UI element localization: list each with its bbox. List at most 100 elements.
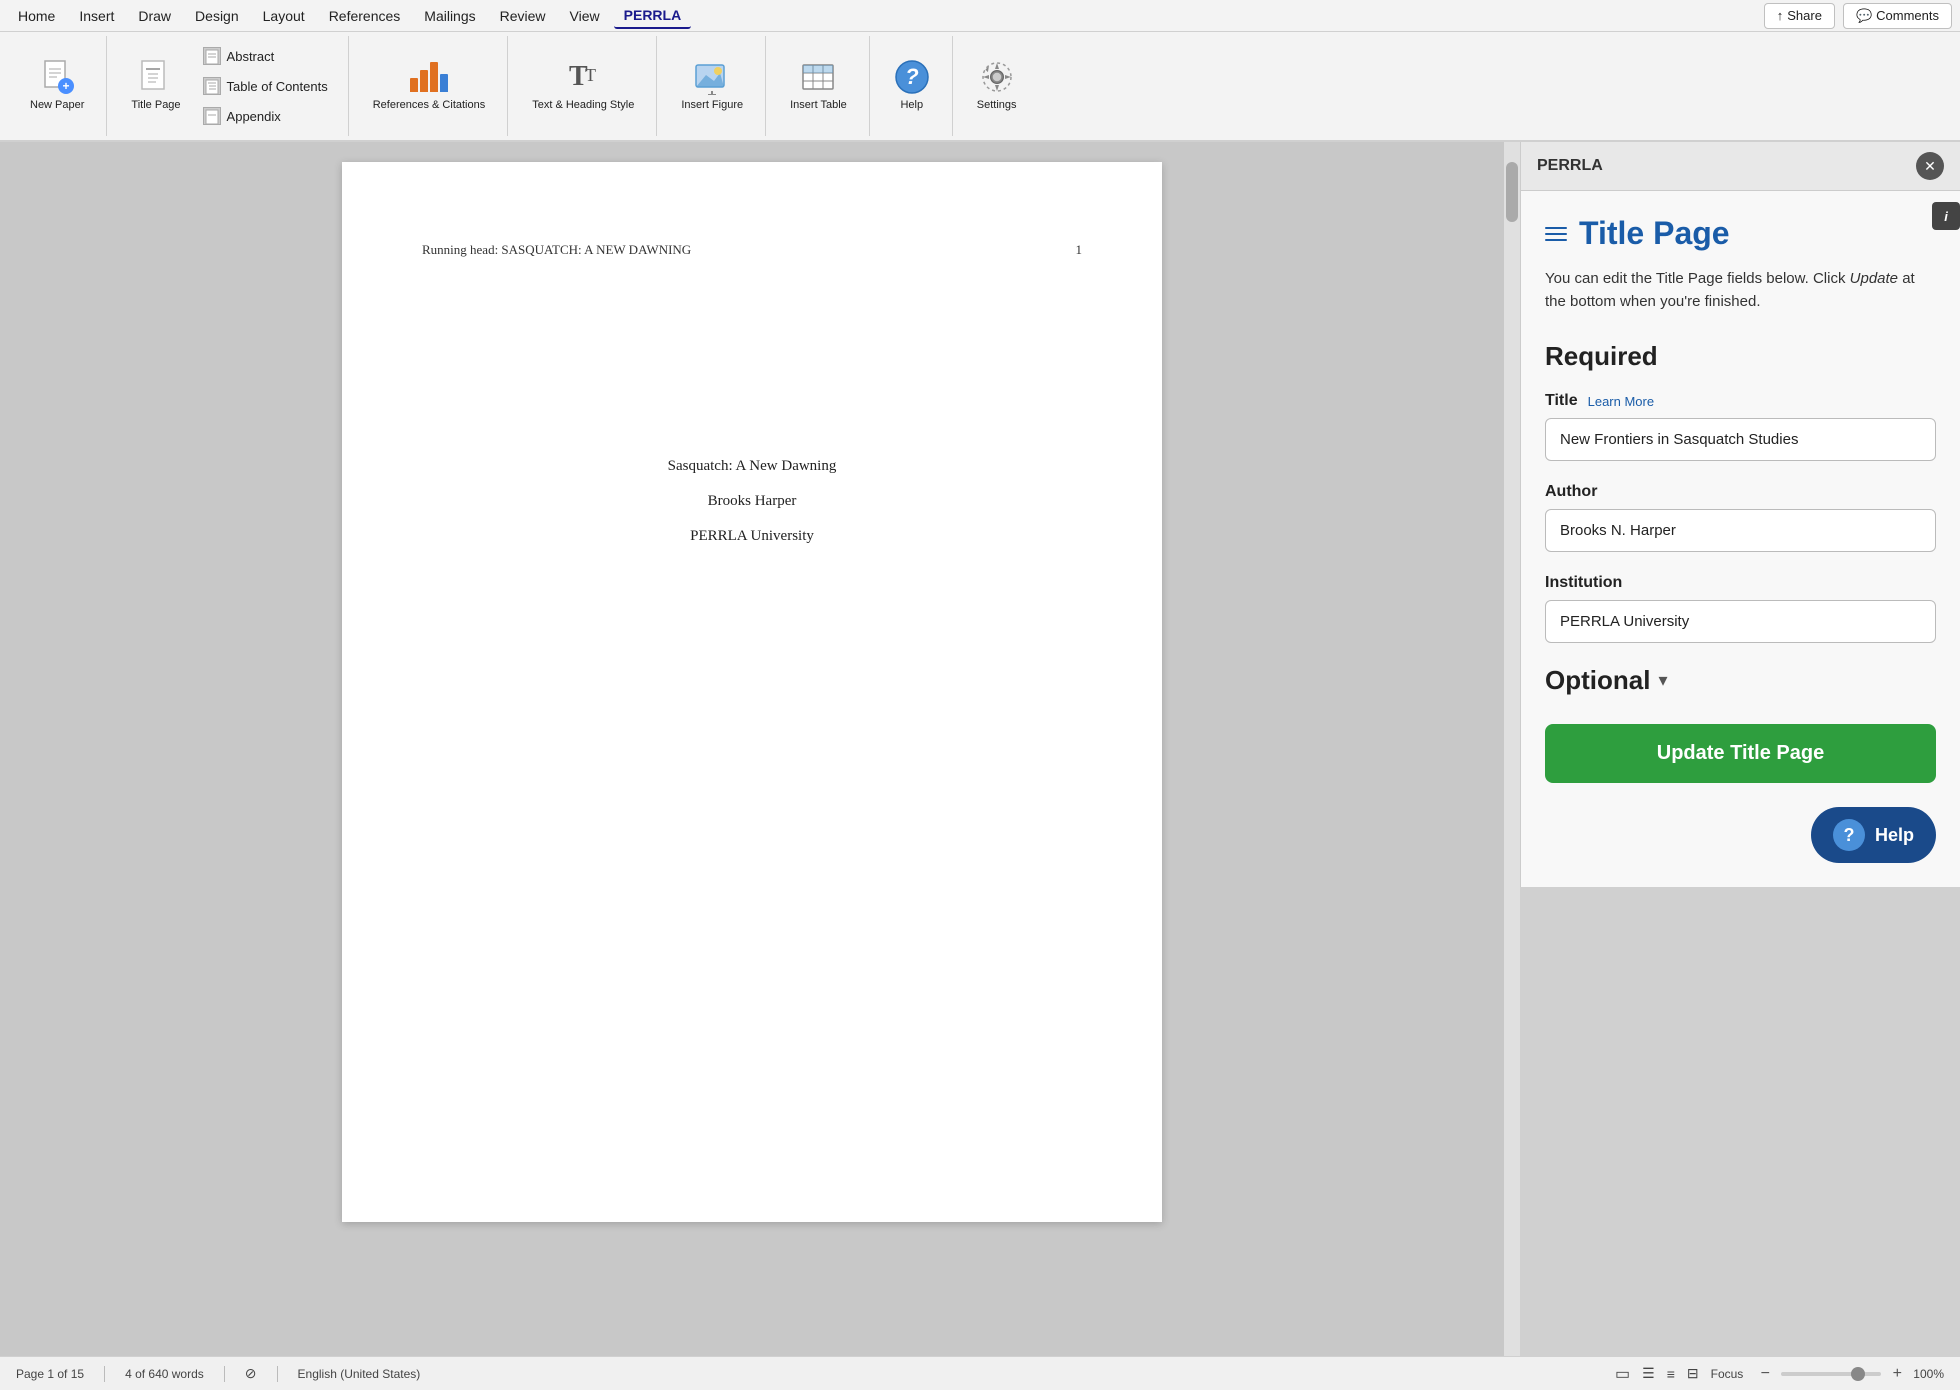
help-panel-label: Help <box>1875 825 1914 846</box>
language: English (United States) <box>298 1367 421 1381</box>
menu-perrla[interactable]: PERRLA <box>614 3 692 29</box>
optional-chevron-icon[interactable]: ▾ <box>1658 670 1667 691</box>
read-mode-icon[interactable]: ⊟ <box>1687 1365 1699 1382</box>
learn-more-link[interactable]: Learn More <box>1588 394 1654 409</box>
insert-table-icon <box>800 59 836 95</box>
settings-icon <box>979 59 1015 95</box>
help-button[interactable]: ? Help <box>884 53 940 118</box>
document-area: Running head: SASQUATCH: A NEW DAWNING 1… <box>0 142 1504 1356</box>
menu-view[interactable]: View <box>560 4 610 28</box>
title-page-button[interactable]: Title Page <box>121 53 190 118</box>
update-title-page-button[interactable]: Update Title Page <box>1545 724 1936 783</box>
menu-review[interactable]: Review <box>490 4 556 28</box>
title-input[interactable] <box>1545 418 1936 461</box>
institution-field-label: Institution <box>1545 574 1936 592</box>
new-paper-icon: + <box>39 59 75 95</box>
help-panel-button[interactable]: ? Help <box>1811 807 1936 863</box>
running-head: Running head: SASQUATCH: A NEW DAWNING <box>422 242 691 258</box>
page-number: 1 <box>1076 242 1083 258</box>
title-page-label: Title Page <box>131 99 180 112</box>
menu-design[interactable]: Design <box>185 4 249 28</box>
menu-home[interactable]: Home <box>8 4 65 28</box>
ribbon-group-title: Title Page Abstract <box>109 36 348 136</box>
panel-header-title: PERRLA <box>1537 157 1603 175</box>
document-page: Running head: SASQUATCH: A NEW DAWNING 1… <box>342 162 1162 1222</box>
appendix-label: Appendix <box>227 109 281 124</box>
paper-institution: PERRLA University <box>690 528 814 545</box>
new-paper-button[interactable]: + New Paper <box>20 53 94 118</box>
status-divider-1 <box>104 1366 105 1382</box>
share-icon: ↑ <box>1777 8 1784 23</box>
menu-references[interactable]: References <box>319 4 411 28</box>
references-citations-button[interactable]: References & Citations <box>363 53 496 118</box>
new-paper-label: New Paper <box>30 99 84 112</box>
ribbon-group-settings: Settings <box>955 36 1039 136</box>
panel-title-row: Title Page <box>1545 215 1936 252</box>
insert-figure-button[interactable]: Insert Figure <box>671 53 753 118</box>
toc-label: Table of Contents <box>227 79 328 94</box>
status-divider-3 <box>277 1366 278 1382</box>
text-heading-button[interactable]: T T Text & Heading Style <box>522 53 644 118</box>
panel-description: You can edit the Title Page fields below… <box>1545 268 1936 313</box>
ribbon-group-new: + New Paper <box>8 36 107 136</box>
abstract-label: Abstract <box>227 49 275 64</box>
settings-button[interactable]: Settings <box>967 53 1027 118</box>
author-field-label: Author <box>1545 483 1936 501</box>
share-button[interactable]: ↑ Share <box>1764 3 1835 29</box>
ribbon-group-table: Insert Table <box>768 36 870 136</box>
svg-text:+: + <box>63 79 70 93</box>
menu-draw[interactable]: Draw <box>128 4 181 28</box>
paper-title: Sasquatch: A New Dawning <box>668 458 837 475</box>
zoom-plus-button[interactable]: + <box>1887 1364 1907 1384</box>
menu-layout[interactable]: Layout <box>253 4 315 28</box>
page-info: Page 1 of 15 <box>16 1367 84 1381</box>
panel-header: PERRLA ✕ <box>1521 142 1960 191</box>
status-bar: Page 1 of 15 4 of 640 words ⊘ English (U… <box>0 1356 1960 1390</box>
panel-close-button[interactable]: ✕ <box>1916 152 1944 180</box>
text-heading-icon: T T <box>565 59 601 95</box>
text-heading-label: Text & Heading Style <box>532 99 634 112</box>
comments-button[interactable]: 💬 Comments <box>1843 3 1952 29</box>
status-right: ▭ ☰ ≡ ⊟ Focus − + 100% <box>1615 1364 1944 1384</box>
paper-author: Brooks Harper <box>708 493 797 510</box>
ribbon-group-text: T T Text & Heading Style <box>510 36 657 136</box>
zoom-level: 100% <box>1913 1367 1944 1381</box>
title-field-label: Title Learn More <box>1545 392 1936 410</box>
abstract-icon <box>203 47 221 65</box>
svg-text:T: T <box>585 65 596 85</box>
status-divider-2 <box>224 1366 225 1382</box>
insert-figure-icon <box>694 59 730 95</box>
comments-icon: 💬 <box>1856 8 1872 24</box>
optional-row: Optional ▾ <box>1545 665 1936 696</box>
scrollbar-thumb[interactable] <box>1506 162 1518 222</box>
hamburger-line-3 <box>1545 239 1567 241</box>
zoom-thumb <box>1851 1367 1865 1381</box>
hamburger-line-2 <box>1545 233 1567 235</box>
ribbon-group-references: References & Citations <box>351 36 509 136</box>
appendix-button[interactable]: Appendix <box>195 103 336 129</box>
list-view-icon[interactable]: ≡ <box>1667 1366 1675 1382</box>
toc-icon <box>203 77 221 95</box>
track-changes-icon[interactable]: ⊘ <box>245 1365 257 1382</box>
help-circle-icon: ? <box>1833 819 1865 851</box>
zoom-minus-button[interactable]: − <box>1755 1364 1775 1384</box>
description-part1: You can edit the Title Page fields below… <box>1545 270 1845 287</box>
author-input[interactable] <box>1545 509 1936 552</box>
menu-mailings[interactable]: Mailings <box>414 4 485 28</box>
main-layout: Running head: SASQUATCH: A NEW DAWNING 1… <box>0 142 1960 1356</box>
ribbon-group-figure: Insert Figure <box>659 36 766 136</box>
outline-icon[interactable]: ☰ <box>1642 1365 1655 1382</box>
abstract-button[interactable]: Abstract <box>195 43 336 69</box>
insert-table-button[interactable]: Insert Table <box>780 53 857 118</box>
scrollbar[interactable] <box>1504 142 1520 1356</box>
zoom-slider[interactable] <box>1781 1372 1881 1376</box>
ribbon-group-help: ? Help <box>872 36 953 136</box>
table-of-contents-button[interactable]: Table of Contents <box>195 73 336 99</box>
institution-input[interactable] <box>1545 600 1936 643</box>
menu-insert[interactable]: Insert <box>69 4 124 28</box>
focus-label[interactable]: Focus <box>1711 1367 1744 1381</box>
hamburger-menu-icon[interactable] <box>1545 227 1567 241</box>
page-layout-icon[interactable]: ▭ <box>1615 1364 1630 1384</box>
panel-info-button[interactable]: i <box>1932 202 1960 230</box>
references-icon <box>411 59 447 95</box>
